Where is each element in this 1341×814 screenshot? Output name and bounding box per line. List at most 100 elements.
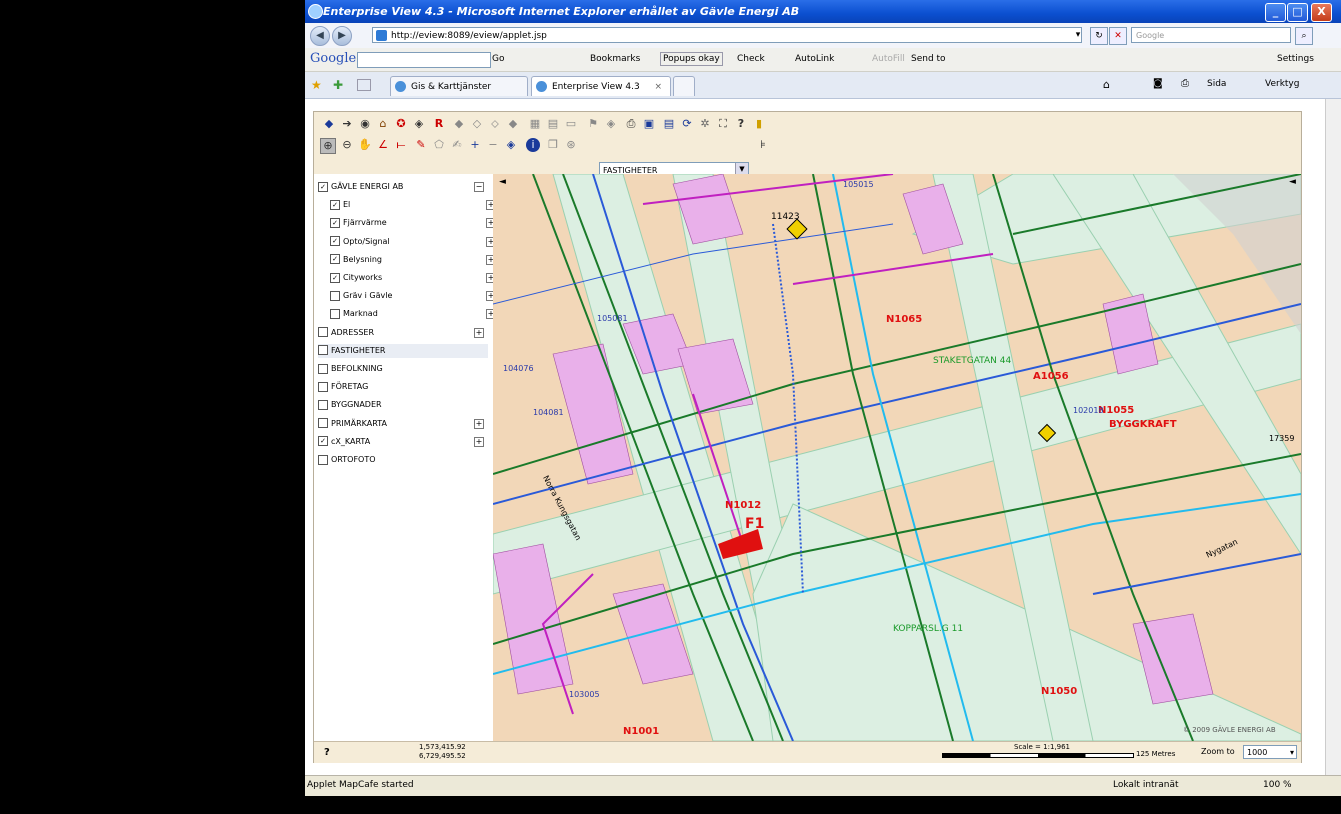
layer-checkbox[interactable]: ✓: [330, 236, 340, 247]
page-scrollbar[interactable]: [1325, 99, 1341, 775]
go-button[interactable]: Go: [492, 54, 504, 64]
sketch-icon[interactable]: ✎: [414, 138, 428, 152]
add-point-icon[interactable]: +: [468, 138, 482, 152]
home-icon[interactable]: ⌂: [1103, 78, 1110, 91]
globe-icon[interactable]: ◉: [358, 117, 372, 131]
help-icon[interactable]: ?: [734, 117, 748, 131]
flag-icon[interactable]: ⚑: [586, 117, 600, 131]
full-extent-icon[interactable]: ⛶: [716, 117, 730, 131]
layer-item[interactable]: ADRESSER +: [318, 326, 488, 340]
settings-map-icon[interactable]: ✲: [698, 117, 712, 131]
back-icon[interactable]: ◀: [310, 26, 330, 46]
help-button[interactable]: ?: [324, 747, 330, 758]
layer-checkbox[interactable]: [330, 290, 340, 301]
layer-checkbox[interactable]: ✓: [330, 254, 340, 265]
layer-item[interactable]: ORTOFOTO: [318, 453, 488, 467]
layer-item[interactable]: ✓ Fjärrvärme +: [318, 216, 500, 230]
favorites-star-icon[interactable]: ★: [311, 78, 322, 92]
zoom-select[interactable]: 1000 ▾: [1243, 745, 1297, 759]
report-icon[interactable]: ▭: [564, 117, 578, 131]
layer-icon[interactable]: ✪: [394, 117, 408, 131]
google-search-input[interactable]: [357, 52, 491, 68]
grid-icon[interactable]: ▦: [528, 117, 542, 131]
select-icon[interactable]: ◆: [452, 117, 466, 131]
dropdown-icon[interactable]: ▾: [1070, 27, 1086, 43]
info-icon[interactable]: i: [526, 138, 540, 152]
select-poly-icon[interactable]: ◇: [470, 117, 484, 131]
layer-checkbox[interactable]: [318, 454, 328, 465]
check-button[interactable]: Check: [737, 54, 765, 64]
autolink-button[interactable]: AutoLink: [795, 54, 834, 64]
print-icon[interactable]: ⎙: [1181, 78, 1189, 89]
layer-checkbox[interactable]: [318, 327, 328, 338]
search-icon[interactable]: ⌕: [1295, 27, 1313, 45]
layer-item[interactable]: ✓ Cityworks +: [318, 271, 500, 285]
layer-item[interactable]: ✓ Belysning +: [318, 253, 500, 267]
layer-item[interactable]: ✓ cX_KARTA +: [318, 435, 488, 449]
layer-item[interactable]: BEFOLKNING: [318, 362, 488, 376]
search-map-icon[interactable]: ⊛: [564, 138, 578, 152]
diamond-icon[interactable]: ◈: [412, 117, 426, 131]
tools-menu[interactable]: Verktyg: [1265, 79, 1299, 89]
layer-checkbox[interactable]: ✓: [330, 217, 340, 228]
tab-gis[interactable]: Gis & Karttjänster: [390, 76, 528, 96]
maximize-button[interactable]: □: [1287, 3, 1308, 22]
tab-close-icon[interactable]: ×: [654, 77, 662, 97]
map-canvas[interactable]: ◄ ◄ N1065 N1012 F1 N1055 BYGGKRAFT A1056…: [493, 174, 1301, 741]
layer-item[interactable]: Marknad +: [318, 307, 500, 321]
layer-item[interactable]: ✓ GÄVLE ENERGI AB −: [318, 180, 488, 194]
stop-icon[interactable]: ✕: [1109, 27, 1127, 45]
distance-icon[interactable]: ⟝: [394, 138, 408, 152]
layer-item[interactable]: PRIMÄRKARTA +: [318, 417, 488, 431]
zoom-out-icon[interactable]: ⊖: [340, 138, 354, 152]
layer-checkbox[interactable]: ✓: [318, 181, 328, 192]
layer-checkbox[interactable]: [318, 345, 328, 356]
layer-checkbox[interactable]: ✓: [318, 436, 328, 447]
export-icon[interactable]: ▣: [642, 117, 656, 131]
pan-hand-icon[interactable]: ✋: [358, 138, 372, 152]
url-input[interactable]: http://eview:8089/eview/applet.jsp: [372, 27, 1082, 43]
layer-item[interactable]: FÖRETAG: [318, 380, 488, 394]
close-button[interactable]: X: [1311, 3, 1332, 22]
layer-checkbox[interactable]: [318, 363, 328, 374]
pan-forward-icon[interactable]: ➔: [340, 117, 354, 131]
tab-enterprise-view[interactable]: Enterprise View 4.3 ×: [531, 76, 671, 96]
measure-icon[interactable]: ⬦: [488, 117, 502, 131]
redline-icon[interactable]: R: [432, 117, 446, 131]
expand-icon[interactable]: +: [474, 436, 484, 447]
layer-checkbox[interactable]: [330, 308, 340, 319]
expand-icon[interactable]: +: [474, 327, 484, 338]
search-input[interactable]: Google: [1131, 27, 1291, 43]
add-favorite-icon[interactable]: ✚: [333, 78, 343, 92]
new-tab-button[interactable]: [673, 76, 695, 96]
settings-button[interactable]: Settings: [1277, 54, 1314, 64]
zoom-in-icon[interactable]: ⊕: [320, 138, 336, 154]
remove-point-icon[interactable]: −: [486, 138, 500, 152]
autofill-button[interactable]: AutoFill: [872, 54, 905, 64]
redline-angle-icon[interactable]: ∠: [376, 138, 390, 152]
layer-checkbox[interactable]: [318, 399, 328, 410]
forward-icon[interactable]: ▶: [332, 26, 352, 46]
minimize-button[interactable]: _: [1265, 3, 1286, 22]
window-icon[interactable]: ▤: [662, 117, 676, 131]
pan-back-icon[interactable]: ◆: [322, 117, 336, 131]
layer-item[interactable]: BYGGNADER: [318, 398, 488, 412]
home-map-icon[interactable]: ⌂: [376, 117, 390, 131]
print-map-icon[interactable]: ⎙: [624, 117, 638, 131]
freehand-icon[interactable]: ✍: [450, 138, 464, 152]
layer-checkbox[interactable]: ✓: [330, 199, 340, 210]
clear-icon[interactable]: ◆: [506, 117, 520, 131]
page-menu[interactable]: Sida: [1207, 79, 1226, 89]
layer-item[interactable]: Gräv i Gävle +: [318, 289, 500, 303]
layer-item[interactable]: ✓ El +: [318, 198, 500, 212]
layer-item[interactable]: ✓ Opto/Signal +: [318, 235, 500, 249]
layer-checkbox[interactable]: [318, 418, 328, 429]
status-zoom[interactable]: 100 %: [1263, 780, 1292, 790]
polygon-icon[interactable]: ⬠: [432, 138, 446, 152]
quick-tabs-icon[interactable]: [357, 79, 371, 91]
rss-icon[interactable]: ◙: [1153, 78, 1163, 89]
note-icon[interactable]: ▮: [752, 117, 766, 131]
table-icon[interactable]: ▤: [546, 117, 560, 131]
layer-checkbox[interactable]: ✓: [330, 272, 340, 283]
expand-icon[interactable]: +: [474, 418, 484, 429]
